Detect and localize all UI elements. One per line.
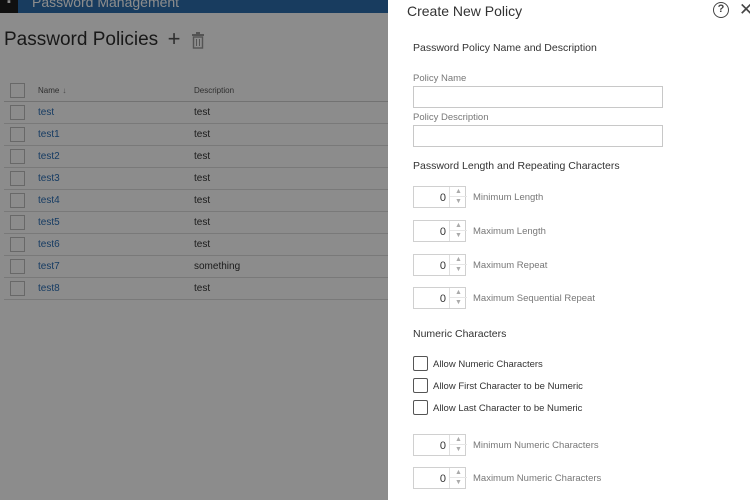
chevron-up-icon[interactable]: ▲	[450, 221, 467, 231]
maximum-repeat-stepper[interactable]: 0 ▲ ▼	[413, 254, 467, 276]
maximum-sequential-repeat-label: Maximum Sequential Repeat	[473, 293, 595, 304]
allow-first-numeric-checkbox[interactable]	[413, 378, 428, 393]
stepper-value[interactable]: 0	[416, 473, 446, 485]
chevron-down-icon[interactable]: ▼	[450, 197, 467, 207]
chevron-up-icon[interactable]: ▲	[450, 288, 467, 298]
stepper-value[interactable]: 0	[416, 192, 446, 204]
chevron-up-icon[interactable]: ▲	[450, 435, 467, 445]
chevron-down-icon[interactable]: ▼	[450, 231, 467, 241]
allow-first-numeric-label[interactable]: Allow First Character to be Numeric	[433, 381, 583, 392]
allow-last-numeric-label[interactable]: Allow Last Character to be Numeric	[433, 403, 582, 414]
help-icon[interactable]: ?	[713, 2, 729, 18]
minimum-length-label: Minimum Length	[473, 192, 544, 203]
minimum-length-stepper[interactable]: 0 ▲ ▼	[413, 186, 467, 208]
maximum-numeric-label: Maximum Numeric Characters	[473, 473, 602, 484]
maximum-sequential-repeat-stepper[interactable]: 0 ▲ ▼	[413, 287, 467, 309]
policy-description-label: Policy Description	[413, 112, 489, 123]
allow-numeric-label[interactable]: Allow Numeric Characters	[433, 359, 543, 370]
close-icon[interactable]: ✕	[739, 0, 750, 20]
policy-name-label: Policy Name	[413, 73, 467, 84]
minimum-numeric-stepper[interactable]: 0 ▲ ▼	[413, 434, 467, 456]
stepper-value[interactable]: 0	[416, 440, 446, 452]
policy-description-input[interactable]	[413, 125, 663, 147]
stepper-value[interactable]: 0	[416, 226, 446, 238]
chevron-up-icon[interactable]: ▲	[450, 187, 467, 197]
maximum-numeric-stepper[interactable]: 0 ▲ ▼	[413, 467, 467, 489]
section-name-description: Password Policy Name and Description	[413, 42, 597, 54]
stepper-value[interactable]: 0	[416, 260, 446, 272]
chevron-down-icon[interactable]: ▼	[450, 445, 467, 455]
maximum-repeat-label: Maximum Repeat	[473, 260, 548, 271]
allow-last-numeric-checkbox[interactable]	[413, 400, 428, 415]
chevron-down-icon[interactable]: ▼	[450, 265, 467, 275]
policy-name-input[interactable]	[413, 86, 663, 108]
chevron-up-icon[interactable]: ▲	[450, 255, 467, 265]
chevron-up-icon[interactable]: ▲	[450, 468, 467, 478]
minimum-numeric-label: Minimum Numeric Characters	[473, 440, 599, 451]
panel-title: Create New Policy	[407, 3, 523, 19]
create-policy-panel: Create New Policy ? ✕ Password Policy Na…	[388, 0, 750, 500]
stepper-value[interactable]: 0	[416, 293, 446, 305]
chevron-down-icon[interactable]: ▼	[450, 298, 467, 308]
section-numeric: Numeric Characters	[413, 328, 507, 340]
maximum-length-stepper[interactable]: 0 ▲ ▼	[413, 220, 467, 242]
section-length-repeat: Password Length and Repeating Characters	[413, 160, 620, 172]
allow-numeric-checkbox[interactable]	[413, 356, 428, 371]
maximum-length-label: Maximum Length	[473, 226, 546, 237]
chevron-down-icon[interactable]: ▼	[450, 478, 467, 488]
